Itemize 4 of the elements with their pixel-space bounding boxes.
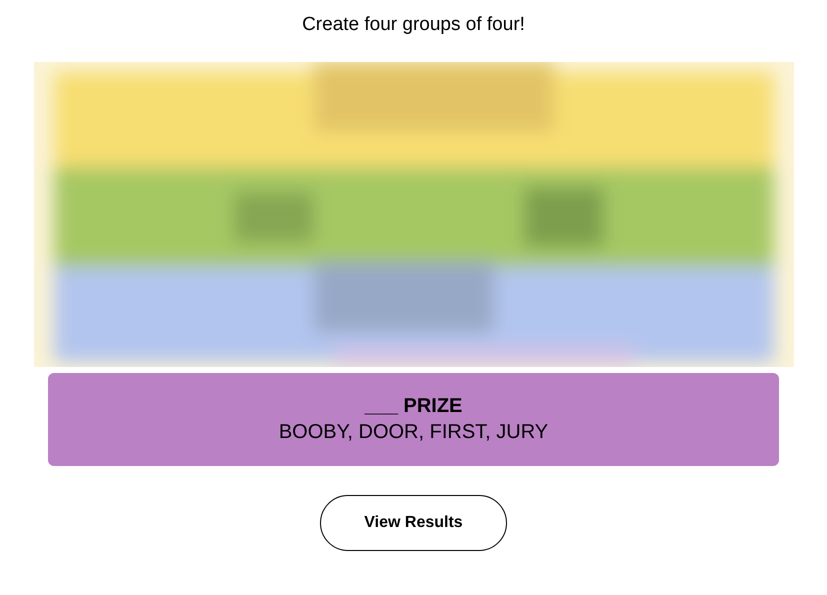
instruction-text: Create four groups of four! xyxy=(302,14,525,37)
view-results-button[interactable]: View Results xyxy=(320,495,507,551)
group-members: BOOBY, DOOR, FIRST, JURY xyxy=(278,421,548,444)
group-title: ___ PRIZE xyxy=(364,395,462,418)
